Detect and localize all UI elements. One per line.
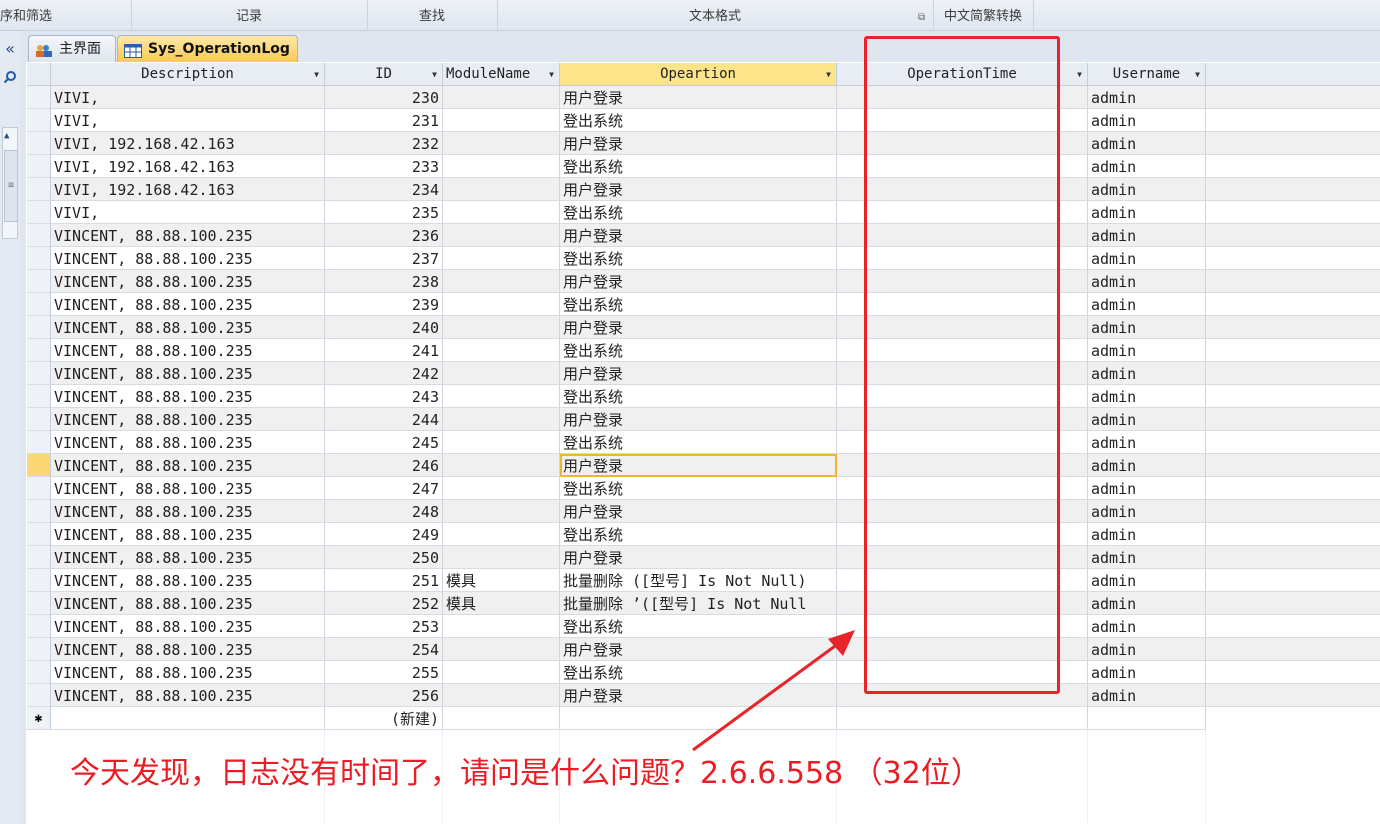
- annotation-text: 今天发现，日志没有时间了，请问是什么问题？2.6.6.558 （32位）: [70, 756, 981, 791]
- annotation-arrow: [692, 630, 855, 752]
